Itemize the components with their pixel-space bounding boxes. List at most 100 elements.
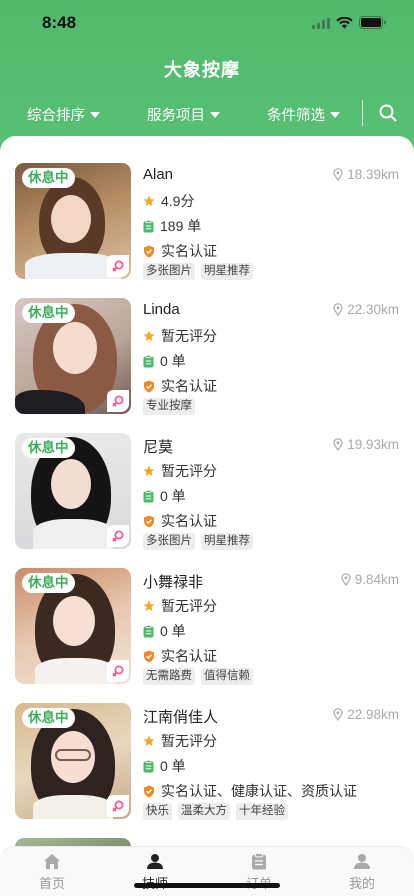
tag: 快乐 <box>143 803 172 820</box>
person-icon <box>147 854 163 869</box>
certification-text: 实名认证 <box>161 648 217 664</box>
certification-row: 实名认证 <box>143 511 217 531</box>
tag-list: 专业按摩 <box>143 398 195 415</box>
condition-filter-label: 条件筛选 <box>267 108 325 124</box>
chevron-down-icon <box>90 111 100 118</box>
home-indicator <box>134 883 280 888</box>
orders-count: 0 单 <box>160 488 186 504</box>
orders-icon <box>143 624 154 637</box>
tab-mine-label: 我的 <box>348 876 375 891</box>
orders-row: 0 单 <box>143 351 186 371</box>
star-icon <box>143 195 155 206</box>
certification-text: 实名认证、健康认证、资质认证 <box>161 783 357 799</box>
sort-dropdown[interactable]: 综合排序 <box>27 104 100 125</box>
rating-row: 暂无评分 <box>143 326 217 346</box>
orders-row: 0 单 <box>143 621 186 641</box>
tag-list: 快乐 温柔大方 十年经验 <box>143 803 288 820</box>
tab-home-label: 首页 <box>38 876 65 891</box>
orders-count: 189 单 <box>160 218 202 234</box>
status-badge: 休息中 <box>22 708 75 728</box>
bottom-tab-bar: 首页 技师 订单 我的 <box>0 846 414 896</box>
status-badge: 休息中 <box>22 168 75 188</box>
location-pin-icon <box>333 438 343 451</box>
distance-value: 9.84km <box>354 572 399 587</box>
filter-bar: 综合排序 服务项目 条件筛选 <box>0 98 414 128</box>
orders-icon <box>143 759 154 772</box>
therapist-photo: 休息中 <box>15 703 131 819</box>
home-icon <box>44 854 60 869</box>
filter-divider <box>362 100 363 126</box>
tag: 明星推荐 <box>201 263 253 280</box>
chevron-down-icon <box>330 111 340 118</box>
certification-row: 实名认证 <box>143 646 217 666</box>
therapist-card[interactable]: 休息中 Linda 22.30km 暂无评分 0 单 实名认证 专业按摩 <box>0 298 414 433</box>
condition-filter-dropdown[interactable]: 条件筛选 <box>267 104 340 125</box>
service-dropdown[interactable]: 服务项目 <box>147 104 220 125</box>
search-button[interactable] <box>378 103 398 123</box>
certification-row: 实名认证 <box>143 376 217 396</box>
therapist-name: 尼莫 <box>143 439 174 456</box>
rating-value: 暂无评分 <box>161 598 217 614</box>
star-icon <box>143 330 155 341</box>
verified-shield-icon <box>144 380 154 392</box>
therapist-photo: 休息中 <box>15 433 131 549</box>
therapist-card[interactable]: 休息中 尼莫 19.93km 暂无评分 0 单 实名认证 多张图片 明星推荐 <box>0 433 414 568</box>
therapist-card[interactable]: 休息中 Alan 18.39km 4.9分 189 单 实名认证 多张图片 明星… <box>0 163 414 298</box>
search-icon <box>379 104 397 122</box>
orders-row: 189 单 <box>143 216 201 236</box>
therapist-card[interactable]: 休息中 江南俏佳人 22.98km 暂无评分 0 单 实名认证、健康认证、资质认… <box>0 703 414 838</box>
tag: 专业按摩 <box>143 398 195 415</box>
orders-count: 0 单 <box>160 353 186 369</box>
battery-icon <box>359 16 386 29</box>
rating-row: 暂无评分 <box>143 731 217 751</box>
tag: 多张图片 <box>143 263 195 280</box>
tag: 无需路费 <box>143 668 195 685</box>
distance: 18.39km <box>333 167 399 182</box>
therapist-photo: 休息中 <box>15 163 131 279</box>
tag-list: 多张图片 明星推荐 <box>143 533 253 550</box>
therapist-card[interactable]: 休息中 小舞禄非 9.84km 暂无评分 0 单 实名认证 无需路费 值得信赖 <box>0 568 414 703</box>
certification-text: 实名认证 <box>161 243 217 259</box>
status-icons <box>312 16 386 29</box>
status-badge: 休息中 <box>22 573 75 593</box>
distance: 19.93km <box>333 437 399 452</box>
therapist-list: 休息中 Alan 18.39km 4.9分 189 单 实名认证 多张图片 明星… <box>0 136 414 896</box>
rating-row: 暂无评分 <box>143 461 217 481</box>
therapist-name: 小舞禄非 <box>143 574 204 591</box>
rating-row: 4.9分 <box>143 191 194 211</box>
location-pin-icon <box>341 573 351 586</box>
tag: 明星推荐 <box>201 533 253 550</box>
certification-row: 实名认证、健康认证、资质认证 <box>143 781 357 801</box>
therapist-photo: 休息中 <box>15 298 131 414</box>
location-pin-icon <box>333 168 343 181</box>
sort-dropdown-label: 综合排序 <box>27 108 85 124</box>
tag: 温柔大方 <box>178 803 230 820</box>
certification-row: 实名认证 <box>143 241 217 261</box>
status-badge: 休息中 <box>22 303 75 323</box>
distance-value: 22.30km <box>347 302 399 317</box>
female-gender-icon <box>107 390 129 412</box>
chevron-down-icon <box>210 111 220 118</box>
rating-value: 暂无评分 <box>161 463 217 479</box>
verified-shield-icon <box>144 785 154 797</box>
tab-mine[interactable]: 我的 <box>332 853 392 892</box>
therapist-photo: 休息中 <box>15 568 131 684</box>
distance: 22.98km <box>333 707 399 722</box>
distance-value: 18.39km <box>347 167 399 182</box>
cellular-signal-icon <box>312 17 330 29</box>
star-icon <box>143 465 155 476</box>
orders-icon <box>143 219 154 232</box>
status-bar: 8:48 <box>0 0 414 46</box>
orders-icon <box>143 354 154 367</box>
tag-list: 无需路费 值得信赖 <box>143 668 253 685</box>
wifi-icon <box>336 16 353 29</box>
female-gender-icon <box>107 525 129 547</box>
tag: 值得信赖 <box>201 668 253 685</box>
distance-value: 19.93km <box>347 437 399 452</box>
female-gender-icon <box>107 795 129 817</box>
tab-home[interactable]: 首页 <box>22 853 82 892</box>
clipboard-icon <box>252 853 266 870</box>
status-time: 8:48 <box>42 13 77 32</box>
orders-count: 0 单 <box>160 623 186 639</box>
therapist-name: 江南俏佳人 <box>143 709 219 726</box>
